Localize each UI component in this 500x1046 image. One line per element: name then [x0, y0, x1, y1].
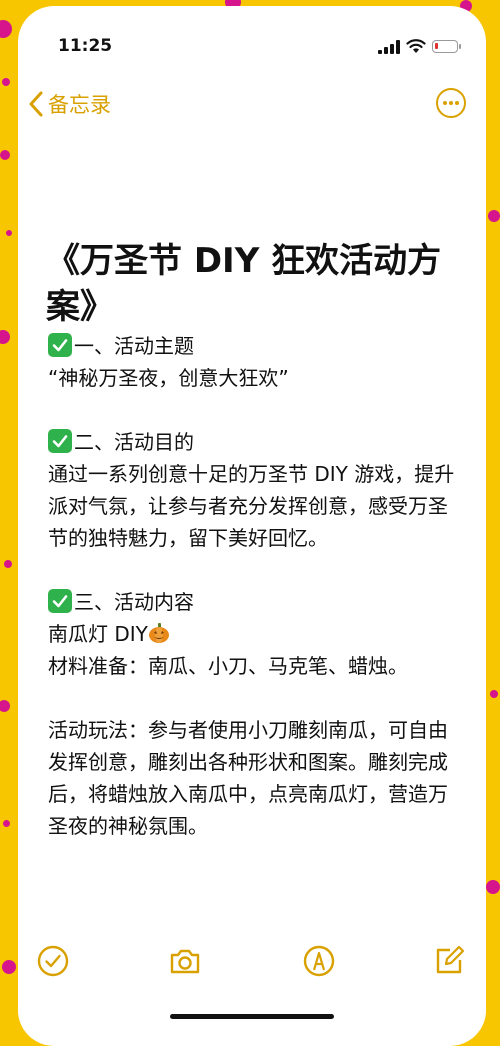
note-title: 《万圣节 DIY 狂欢活动方案》 [46, 241, 442, 327]
section-heading-text: 一、活动主题 [74, 334, 194, 358]
cellular-signal-icon [378, 40, 400, 54]
decor-dot [4, 560, 12, 568]
ellipsis-icon [443, 101, 459, 105]
decor-dot [486, 880, 500, 894]
wifi-icon [406, 39, 426, 53]
section-text: 材料准备：南瓜、小刀、马克笔、蜡烛。 [48, 654, 408, 678]
decor-dot [2, 78, 10, 86]
home-indicator[interactable] [170, 1014, 334, 1019]
section-text: 通过一系列创意十足的万圣节 DIY 游戏，提升派对气氛，让参与者充分发挥创意，感… [48, 462, 455, 550]
chevron-left-icon [29, 91, 43, 117]
checkmark-icon [48, 333, 72, 357]
section-heading: 三、活动内容 [48, 586, 458, 618]
play-description: 活动玩法：参与者使用小刀雕刻南瓜，可自由发挥创意，雕刻出各种形状和图案。雕刻完成… [48, 718, 448, 838]
section-text: 南瓜灯 DIY [48, 618, 458, 650]
decor-dot [490, 690, 498, 698]
checklist-icon[interactable] [36, 944, 70, 978]
decor-dot [6, 230, 12, 236]
note-body[interactable]: 《万圣节 DIY 狂欢活动方案》 一、活动主题 “神秘万圣夜，创意大狂欢” 二、… [46, 238, 458, 842]
compose-icon[interactable] [432, 944, 466, 978]
checkmark-icon [48, 589, 72, 613]
back-button[interactable]: 备忘录 [28, 88, 111, 120]
section-heading-text: 二、活动目的 [74, 430, 194, 454]
camera-icon[interactable] [168, 944, 202, 978]
decor-dot [0, 700, 10, 712]
back-label: 备忘录 [48, 93, 111, 117]
bottom-toolbar [18, 942, 486, 982]
decor-dot [488, 210, 500, 222]
navigation-bar: 备忘录 [18, 82, 486, 126]
checkmark-icon [48, 429, 72, 453]
more-button[interactable] [436, 88, 466, 118]
decor-dot [0, 330, 10, 344]
section-text: “神秘万圣夜，创意大狂欢” [48, 366, 289, 390]
pumpkin-lantern-label: 南瓜灯 DIY [48, 622, 148, 646]
section-heading: 二、活动目的 [48, 426, 458, 458]
markup-pen-icon[interactable] [302, 944, 336, 978]
battery-level [435, 43, 438, 49]
section-heading-text: 三、活动内容 [74, 590, 194, 614]
pumpkin-icon [148, 623, 169, 643]
status-bar: 11:25 [18, 6, 486, 86]
decor-dot [0, 20, 12, 38]
section-heading: 一、活动主题 [48, 330, 458, 362]
phone-screen: 11:25 备忘录 《万圣节 DIY 狂欢活动方案》 一、活动主题 “神秘万圣夜… [18, 6, 486, 1046]
decor-dot [0, 150, 10, 160]
decor-dot [3, 820, 10, 827]
status-time: 11:25 [58, 36, 113, 56]
battery-icon [432, 40, 461, 53]
decor-dot [2, 960, 16, 974]
